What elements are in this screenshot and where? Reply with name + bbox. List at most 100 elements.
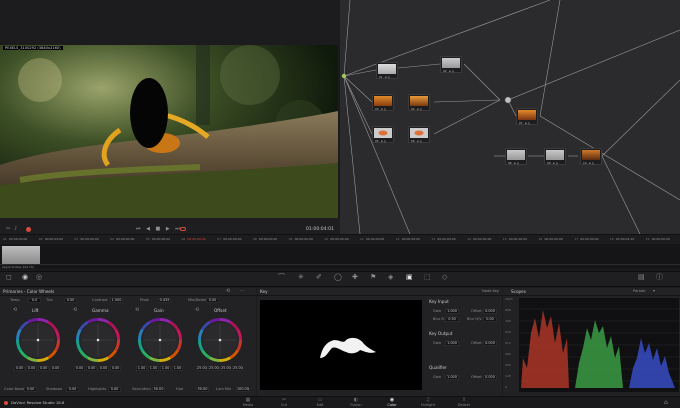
- wheel-value[interactable]: 0.00: [74, 366, 85, 371]
- color-wheel-gamma[interactable]: Gamma ⟲ 0.00 0.00 0.00 0.00: [72, 308, 124, 378]
- key-blur-h[interactable]: 0.00: [483, 317, 497, 322]
- wheel-value[interactable]: 25.00: [196, 366, 207, 371]
- page-tab-deliver[interactable]: ⇪ Deliver: [446, 397, 482, 408]
- wheel-center-handle[interactable]: [36, 338, 40, 342]
- timeline-clip[interactable]: 05 00:00:00:00: [146, 235, 180, 244]
- page-tab-fairlight[interactable]: ♫ Fairlight: [410, 397, 446, 408]
- wheel-value[interactable]: 0.00: [50, 366, 61, 371]
- timeline-clip[interactable]: 15 00:00:00:00: [503, 235, 537, 244]
- timeline-clip[interactable]: 02 00:00:04:00: [39, 235, 73, 244]
- 3d-icon[interactable]: ◇: [442, 274, 447, 281]
- camera-raw-icon[interactable]: ◻: [6, 274, 12, 281]
- wheel-value[interactable]: 25.00: [232, 366, 243, 371]
- more-options-icon[interactable]: ⋯: [240, 289, 245, 294]
- primaries-param-value[interactable]: 1.000: [110, 298, 123, 303]
- wheel-value[interactable]: 1.00: [172, 366, 183, 371]
- page-tab-fusion[interactable]: ◐ Fusion: [338, 397, 374, 408]
- node-09[interactable]: 09 ▪ ◍: [544, 148, 566, 165]
- primaries-param-value[interactable]: 0.00: [206, 298, 219, 303]
- reset-icon[interactable]: ⟲: [13, 308, 17, 313]
- page-tab-cut[interactable]: ✂ Cut: [266, 397, 302, 408]
- node-08[interactable]: 08 ▪ ◍: [505, 148, 527, 165]
- timeline-clip[interactable]: 19 00:00:00:00: [646, 235, 680, 244]
- tracker-icon[interactable]: ✚: [352, 274, 358, 281]
- color-wheels-icon[interactable]: ◎: [36, 274, 42, 281]
- color-warper-icon[interactable]: ✳: [298, 274, 304, 281]
- node-04[interactable]: 04 ▪ ◍: [408, 94, 430, 111]
- color-wheel-lift[interactable]: Lift ⟲ 0.00 0.00 0.00 0.00: [12, 308, 64, 378]
- wheel-ring[interactable]: [196, 316, 244, 364]
- color-match-icon[interactable]: ◉: [22, 274, 28, 281]
- node-05[interactable]: 05 ▪ ◍: [372, 126, 394, 143]
- timeline-clip[interactable]: 03 00:00:00:00: [74, 235, 108, 244]
- window-icon[interactable]: ◯: [334, 274, 342, 281]
- home-icon[interactable]: ⌂: [664, 400, 668, 406]
- wheel-value[interactable]: 1.00: [160, 366, 171, 371]
- wheel-value[interactable]: 0.00: [110, 366, 121, 371]
- sizing-icon[interactable]: ⬚: [424, 274, 431, 281]
- transport-buttons[interactable]: ⏮ ◀ ■ ▶ ⏭: [136, 227, 182, 232]
- clip-thumbnail[interactable]: [2, 246, 40, 264]
- wheel-value[interactable]: 1.00: [136, 366, 147, 371]
- node-06[interactable]: 06 ▪ ◍: [408, 126, 430, 143]
- primaries-param-value[interactable]: 50.00: [152, 387, 165, 392]
- wheel-value[interactable]: 0.00: [14, 366, 25, 371]
- timeline-clip[interactable]: 10 00:00:00:00: [324, 235, 358, 244]
- timeline-clip[interactable]: 13 00:00:00:00: [431, 235, 465, 244]
- qualifier-offset[interactable]: 0.000: [483, 375, 497, 380]
- page-tab-color[interactable]: ◉ Color: [374, 397, 410, 408]
- primaries-param-value[interactable]: 0.00: [108, 387, 121, 392]
- key-icon[interactable]: ▣: [406, 274, 413, 281]
- wheel-value[interactable]: 0.00: [86, 366, 97, 371]
- primaries-param-value[interactable]: 0.435: [158, 298, 171, 303]
- node-graph[interactable]: 01 ▪ ◍ 02 ▪ ◍ 03 ▪ ◍ 04 ▪ ◍ 05 ▪ ◍ 06 ▪ ◍ 07 ▪ …: [340, 0, 680, 234]
- page-tab-edit[interactable]: ▭ Edit: [302, 397, 338, 408]
- node-03[interactable]: 03 ▪ ◍: [372, 94, 394, 111]
- timeline-clip[interactable]: 11 00:00:00:00: [360, 235, 394, 244]
- info-icon[interactable]: ⓘ: [656, 274, 663, 281]
- node-10[interactable]: 10 ▪ ◍: [580, 148, 602, 165]
- qualifier-icon[interactable]: ✐: [316, 274, 322, 281]
- primaries-param-value[interactable]: 0.00: [64, 298, 77, 303]
- key-output-gain[interactable]: 1.000: [445, 341, 459, 346]
- node-02[interactable]: 02 ▪ ◍: [440, 56, 462, 73]
- reset-icon[interactable]: ⟲: [226, 289, 230, 294]
- wheel-value[interactable]: 0.00: [38, 366, 49, 371]
- wheel-value[interactable]: 0.00: [98, 366, 109, 371]
- timeline-clip[interactable]: 08 00:00:00:00: [253, 235, 287, 244]
- wheel-value[interactable]: 1.00: [148, 366, 159, 371]
- scope-mode-select[interactable]: Parade: [633, 289, 645, 294]
- record-indicator[interactable]: [26, 227, 31, 232]
- key-input-offset[interactable]: 0.000: [483, 309, 497, 314]
- timeline-clip[interactable]: 14 00:00:00:00: [467, 235, 501, 244]
- chevron-down-icon[interactable]: ▾: [653, 289, 655, 293]
- key-blur-r[interactable]: 0.50: [445, 317, 459, 322]
- page-tab-media[interactable]: ▦ Media: [230, 397, 266, 408]
- timeline-clip[interactable]: 01 00:00:00:00: [3, 235, 37, 244]
- viewer-image[interactable]: [0, 45, 338, 218]
- wheel-ring[interactable]: [136, 316, 184, 364]
- wheel-center-handle[interactable]: [158, 338, 162, 342]
- node-01[interactable]: 01 ▪ ◍: [376, 62, 398, 79]
- blur-icon[interactable]: ◈: [388, 274, 393, 281]
- loop-icon[interactable]: [180, 227, 186, 231]
- reset-icon[interactable]: ⟲: [195, 308, 199, 313]
- reset-icon[interactable]: ⟲: [73, 308, 77, 313]
- timeline-clip[interactable]: 12 00:00:00:00: [396, 235, 430, 244]
- key-output-offset[interactable]: 0.000: [483, 341, 497, 346]
- primaries-param-value[interactable]: 0.00: [24, 387, 37, 392]
- wheel-ring[interactable]: [74, 316, 122, 364]
- magic-mask-icon[interactable]: ⚑: [370, 274, 376, 281]
- qualifier-gain[interactable]: 1.000: [445, 375, 459, 380]
- timeline-clip[interactable]: 04 00:00:00:00: [110, 235, 144, 244]
- node-07[interactable]: 07 ▪ ◍: [516, 108, 538, 125]
- primaries-param-value[interactable]: 50.00: [196, 387, 209, 392]
- primaries-param-value[interactable]: 100.00: [236, 387, 249, 392]
- color-wheel-offset[interactable]: Offset ⟲ 25.00 25.00 25.00 25.00: [194, 308, 246, 378]
- wheel-value[interactable]: 0.00: [26, 366, 37, 371]
- timeline-clip[interactable]: 16 00:00:00:00: [539, 235, 573, 244]
- wheel-center-handle[interactable]: [96, 338, 100, 342]
- primaries-param-value[interactable]: 0.0: [28, 298, 41, 303]
- scope-toggle-icon[interactable]: ▤: [638, 274, 645, 281]
- timeline-track[interactable]: [0, 244, 680, 268]
